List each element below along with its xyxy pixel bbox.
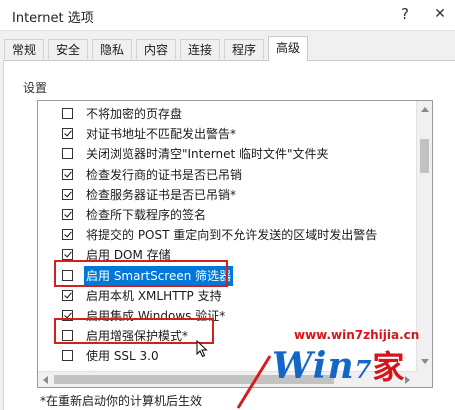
watermark-logo-win: Win — [272, 345, 355, 387]
watermark: www.win7zhijia.cn Win7家 — [262, 328, 452, 394]
tab-general[interactable]: 常规 — [4, 39, 45, 59]
internet-options-dialog: Internet 选项 ? ✕ 常规 安全 隐私 内容 连接 程序 高级 设置 … — [0, 0, 455, 410]
vertical-scroll-thumb[interactable] — [420, 139, 429, 173]
setting-label: 关闭浏览器时清空"Internet 临时文件"文件夹 — [86, 147, 329, 162]
window-title: Internet 选项 — [12, 11, 94, 26]
setting-checkbox[interactable] — [62, 168, 73, 180]
tab-connections[interactable]: 连接 — [180, 39, 221, 59]
setting-label: 检查发行商的证书是否已吊销 — [86, 167, 243, 182]
setting-checkbox[interactable] — [62, 350, 73, 362]
setting-checkbox[interactable] — [62, 289, 73, 301]
scroll-up-icon[interactable] — [421, 107, 429, 112]
watermark-logo-jia: 家 — [372, 348, 406, 386]
setting-label: 将提交的 POST 重定向到不允许发送的区域时发出警告 — [86, 228, 378, 243]
setting-checkbox[interactable] — [62, 249, 73, 261]
setting-label: 不将加密的页存盘 — [86, 107, 183, 121]
tab-content[interactable]: 内容 — [136, 39, 177, 59]
setting-checkbox[interactable] — [62, 188, 73, 200]
setting-checkbox[interactable] — [62, 128, 73, 140]
setting-checkbox[interactable] — [62, 148, 73, 160]
setting-label: 检查服务器证书是否已吊销* — [86, 187, 237, 202]
tab-programs[interactable]: 程序 — [224, 39, 265, 59]
watermark-logo: Win7家 — [272, 342, 405, 388]
setting-label: 对证书地址不匹配发出警告* — [86, 127, 237, 142]
settings-label: 设置 — [23, 81, 48, 95]
tab-privacy[interactable]: 隐私 — [92, 39, 133, 59]
restart-footnote: *在重新启动你的计算机后生效 — [40, 394, 203, 408]
setting-checkbox[interactable] — [62, 209, 73, 220]
title-bar: Internet 选项 ? ✕ — [0, 0, 455, 31]
setting-label: 使用 SSL 3.0 — [86, 349, 159, 364]
setting-checkbox[interactable] — [62, 229, 73, 241]
mouse-cursor-icon — [196, 340, 208, 358]
annotation-box-smartscreen — [54, 260, 228, 287]
tab-strip: 常规 安全 隐私 内容 连接 程序 高级 — [0, 36, 455, 61]
watermark-logo-7: 7 — [354, 355, 373, 384]
help-button[interactable]: ? — [393, 2, 417, 26]
scroll-left-icon[interactable] — [43, 376, 48, 384]
setting-label: 启用本机 XMLHTTP 支持 — [86, 288, 222, 303]
tab-advanced[interactable]: 高级 — [268, 36, 309, 61]
annotation-box-enhanced-protected-mode — [54, 318, 214, 344]
watermark-url: www.win7zhijia.cn — [294, 328, 420, 342]
setting-checkbox[interactable] — [62, 108, 73, 119]
close-button[interactable]: ✕ — [428, 2, 452, 26]
setting-label: 检查所下载程序的签名 — [86, 208, 207, 222]
tab-security[interactable]: 安全 — [48, 39, 89, 59]
